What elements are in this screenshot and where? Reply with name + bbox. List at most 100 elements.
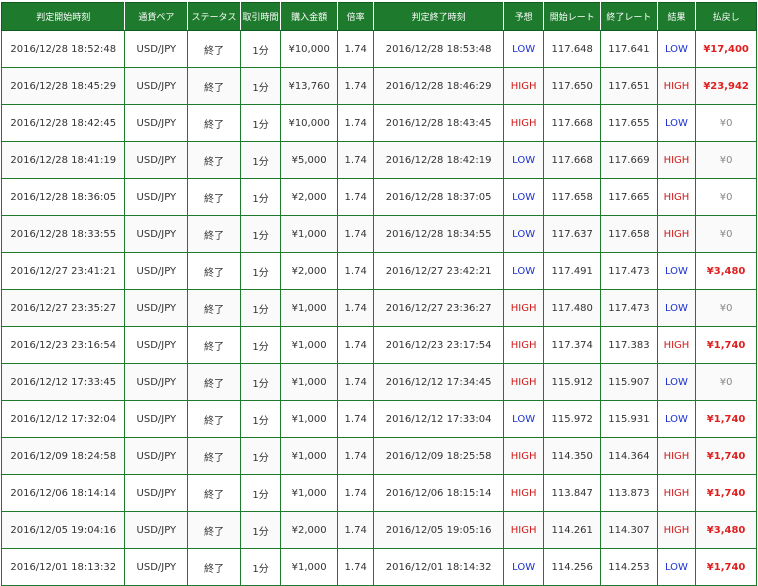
table-row: 2016/12/28 18:42:45 USD/JPY 終了 1分 ¥10,000 1.7…: [0, 104, 757, 142]
duration-cell: 1分: [239, 363, 282, 401]
duration-cell: 1分: [239, 474, 282, 512]
payout-cell: ¥3,480: [695, 252, 757, 290]
start-time-cell: 2016/12/09 18:24:58: [0, 437, 126, 475]
open-rate-cell: 113.847: [543, 474, 602, 512]
header-rate: 倍率: [336, 2, 375, 31]
end-time-cell: 2016/12/05 19:05:16: [373, 511, 504, 549]
open-rate-cell: 117.668: [543, 141, 602, 179]
result-cell: HIGH: [656, 326, 697, 364]
start-time-cell: 2016/12/12 17:33:45: [0, 363, 126, 401]
duration-cell: 1分: [239, 511, 282, 549]
end-time-cell: 2016/12/06 18:15:14: [373, 474, 504, 512]
prediction-cell: HIGH: [502, 289, 545, 327]
rate-cell: 1.74: [336, 548, 375, 586]
rate-cell: 1.74: [336, 437, 375, 475]
header-end-time: 判定終了時刻: [373, 2, 504, 31]
status-cell: 終了: [187, 30, 241, 68]
status-cell: 終了: [187, 215, 241, 253]
currency-pair-cell: USD/JPY: [124, 30, 189, 68]
open-rate-cell: 114.261: [543, 511, 602, 549]
table-row: 2016/12/06 18:14:14 USD/JPY 終了 1分 ¥1,000 1.74…: [0, 474, 757, 512]
table-body: 2016/12/28 18:52:48 USD/JPY 終了 1分 ¥10,000 1.7…: [0, 30, 757, 586]
result-cell: LOW: [656, 104, 697, 142]
amount-cell: ¥1,000: [280, 326, 338, 364]
status-cell: 終了: [187, 67, 241, 105]
header-open-rate: 開始レート: [543, 2, 602, 31]
currency-pair-cell: USD/JPY: [124, 289, 189, 327]
header-duration: 取引時間: [239, 2, 282, 31]
close-rate-cell: 114.307: [600, 511, 658, 549]
duration-cell: 1分: [239, 326, 282, 364]
close-rate-cell: 117.655: [600, 104, 658, 142]
close-rate-cell: 117.669: [600, 141, 658, 179]
result-cell: HIGH: [656, 215, 697, 253]
amount-cell: ¥2,000: [280, 511, 338, 549]
open-rate-cell: 117.658: [543, 178, 602, 216]
currency-pair-cell: USD/JPY: [124, 326, 189, 364]
payout-cell: ¥0: [695, 141, 757, 179]
status-cell: 終了: [187, 511, 241, 549]
result-cell: LOW: [656, 400, 697, 438]
rate-cell: 1.74: [336, 104, 375, 142]
start-time-cell: 2016/12/28 18:45:29: [0, 67, 126, 105]
prediction-cell: HIGH: [502, 326, 545, 364]
duration-cell: 1分: [239, 30, 282, 68]
start-time-cell: 2016/12/27 23:41:21: [0, 252, 126, 290]
amount-cell: ¥1,000: [280, 289, 338, 327]
start-time-cell: 2016/12/28 18:33:55: [0, 215, 126, 253]
table-row: 2016/12/12 17:32:04 USD/JPY 終了 1分 ¥1,000 1.74…: [0, 400, 757, 438]
end-time-cell: 2016/12/01 18:14:32: [373, 548, 504, 586]
payout-cell: ¥1,740: [695, 548, 757, 586]
header-currency-pair: 通貨ペア: [124, 2, 189, 31]
end-time-cell: 2016/12/27 23:42:21: [373, 252, 504, 290]
close-rate-cell: 115.907: [600, 363, 658, 401]
open-rate-cell: 117.480: [543, 289, 602, 327]
rate-cell: 1.74: [336, 326, 375, 364]
amount-cell: ¥1,000: [280, 474, 338, 512]
prediction-cell: HIGH: [502, 474, 545, 512]
start-time-cell: 2016/12/28 18:41:19: [0, 141, 126, 179]
payout-cell: ¥1,740: [695, 474, 757, 512]
open-rate-cell: 117.491: [543, 252, 602, 290]
end-time-cell: 2016/12/23 23:17:54: [373, 326, 504, 364]
result-cell: HIGH: [656, 67, 697, 105]
prediction-cell: LOW: [502, 30, 545, 68]
table-row: 2016/12/28 18:41:19 USD/JPY 終了 1分 ¥5,000 1.74…: [0, 141, 757, 179]
table-row: 2016/12/27 23:35:27 USD/JPY 終了 1分 ¥1,000 1.74…: [0, 289, 757, 327]
close-rate-cell: 117.473: [600, 252, 658, 290]
duration-cell: 1分: [239, 548, 282, 586]
status-cell: 終了: [187, 437, 241, 475]
payout-cell: ¥0: [695, 178, 757, 216]
currency-pair-cell: USD/JPY: [124, 104, 189, 142]
end-time-cell: 2016/12/28 18:43:45: [373, 104, 504, 142]
result-cell: HIGH: [656, 474, 697, 512]
amount-cell: ¥2,000: [280, 252, 338, 290]
duration-cell: 1分: [239, 104, 282, 142]
end-time-cell: 2016/12/28 18:42:19: [373, 141, 504, 179]
table-row: 2016/12/09 18:24:58 USD/JPY 終了 1分 ¥1,000 1.74…: [0, 437, 757, 475]
currency-pair-cell: USD/JPY: [124, 400, 189, 438]
duration-cell: 1分: [239, 289, 282, 327]
start-time-cell: 2016/12/05 19:04:16: [0, 511, 126, 549]
payout-cell: ¥1,740: [695, 326, 757, 364]
table-row: 2016/12/28 18:52:48 USD/JPY 終了 1分 ¥10,000 1.7…: [0, 30, 757, 68]
open-rate-cell: 117.668: [543, 104, 602, 142]
payout-cell: ¥1,740: [695, 437, 757, 475]
result-cell: LOW: [656, 30, 697, 68]
amount-cell: ¥13,760: [280, 67, 338, 105]
rate-cell: 1.74: [336, 178, 375, 216]
close-rate-cell: 117.473: [600, 289, 658, 327]
amount-cell: ¥1,000: [280, 400, 338, 438]
currency-pair-cell: USD/JPY: [124, 252, 189, 290]
table-row: 2016/12/28 18:33:55 USD/JPY 終了 1分 ¥1,000 1.74…: [0, 215, 757, 253]
header-amount: 購入金額: [280, 2, 338, 31]
header-close-rate: 終了レート: [600, 2, 658, 31]
close-rate-cell: 114.364: [600, 437, 658, 475]
status-cell: 終了: [187, 252, 241, 290]
currency-pair-cell: USD/JPY: [124, 548, 189, 586]
duration-cell: 1分: [239, 400, 282, 438]
table-row: 2016/12/12 17:33:45 USD/JPY 終了 1分 ¥1,000 1.74…: [0, 363, 757, 401]
open-rate-cell: 115.972: [543, 400, 602, 438]
currency-pair-cell: USD/JPY: [124, 178, 189, 216]
status-cell: 終了: [187, 104, 241, 142]
